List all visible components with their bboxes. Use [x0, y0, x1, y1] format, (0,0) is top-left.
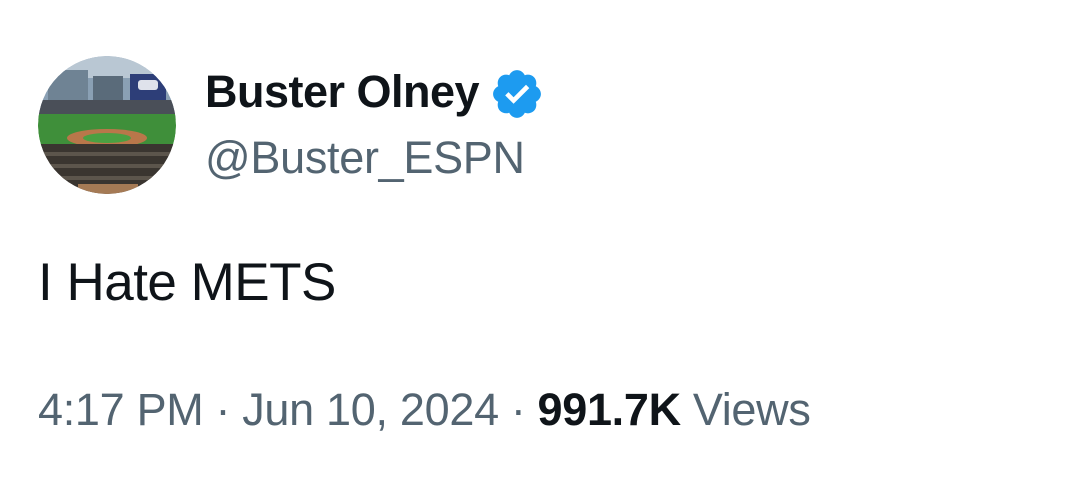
tweet-text: I Hate METS: [38, 253, 336, 312]
author-row: Buster Olney: [205, 64, 545, 120]
views-count: 991.7K: [537, 384, 682, 435]
verified-badge-icon: [489, 66, 545, 122]
tweet-meta: 4:17 PM · Jun 10, 2024 · 991.7K Views: [38, 384, 811, 436]
tweet-card: Buster Olney @Buster_ESPN I Hate METS 4:…: [0, 0, 1089, 493]
tweet-date[interactable]: Jun 10, 2024: [242, 384, 499, 436]
author-display-name[interactable]: Buster Olney: [205, 66, 480, 118]
views-label: Views: [692, 384, 811, 435]
stadium-image: [38, 56, 176, 194]
meta-separator: ·: [215, 384, 231, 435]
tweet-time[interactable]: 4:17 PM: [38, 384, 204, 436]
avatar[interactable]: [38, 56, 176, 194]
author-handle[interactable]: @Buster_ESPN: [205, 132, 525, 184]
meta-separator-2: ·: [510, 384, 526, 435]
